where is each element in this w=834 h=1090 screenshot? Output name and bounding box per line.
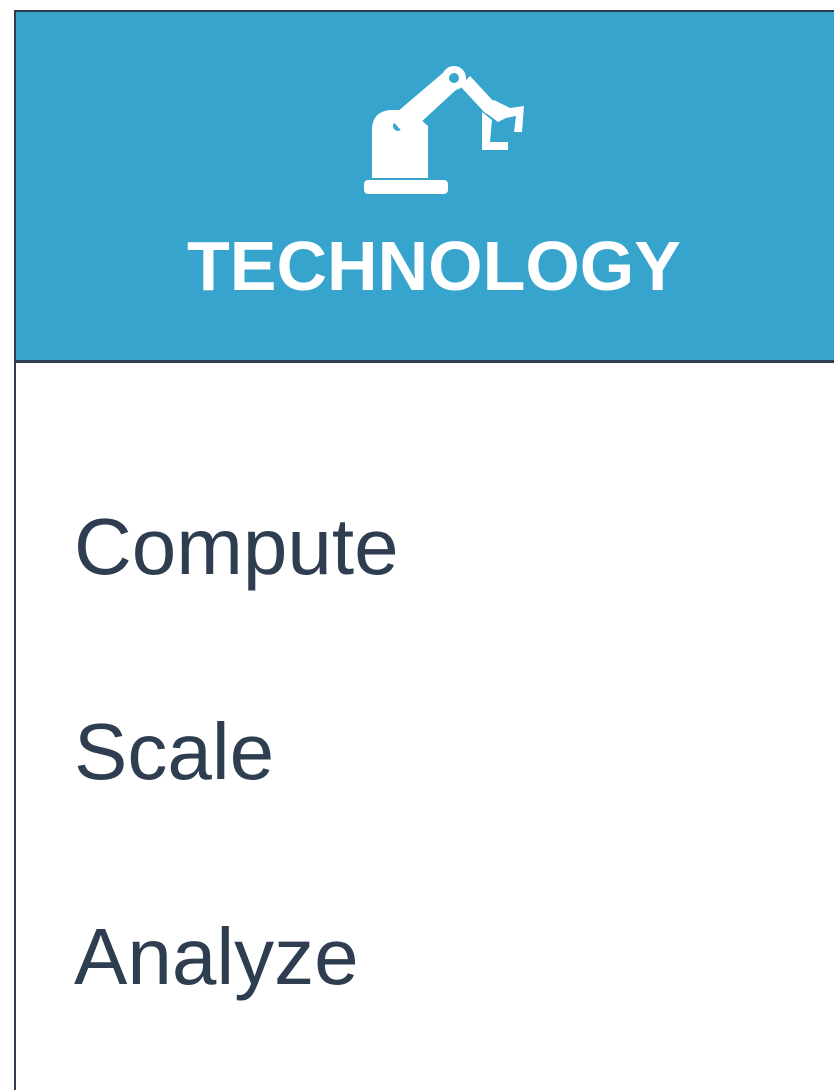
menu-item-compute[interactable]: Compute — [74, 499, 399, 595]
menu-item-scale[interactable]: Scale — [74, 704, 274, 800]
card-header: TECHNOLOGY — [16, 12, 834, 363]
menu-item-analyze[interactable]: Analyze — [74, 909, 359, 1005]
card-title: TECHNOLOGY — [187, 227, 681, 305]
technology-card: TECHNOLOGY Compute Scale Analyze — [14, 10, 834, 1090]
robot-arm-icon — [364, 66, 524, 194]
